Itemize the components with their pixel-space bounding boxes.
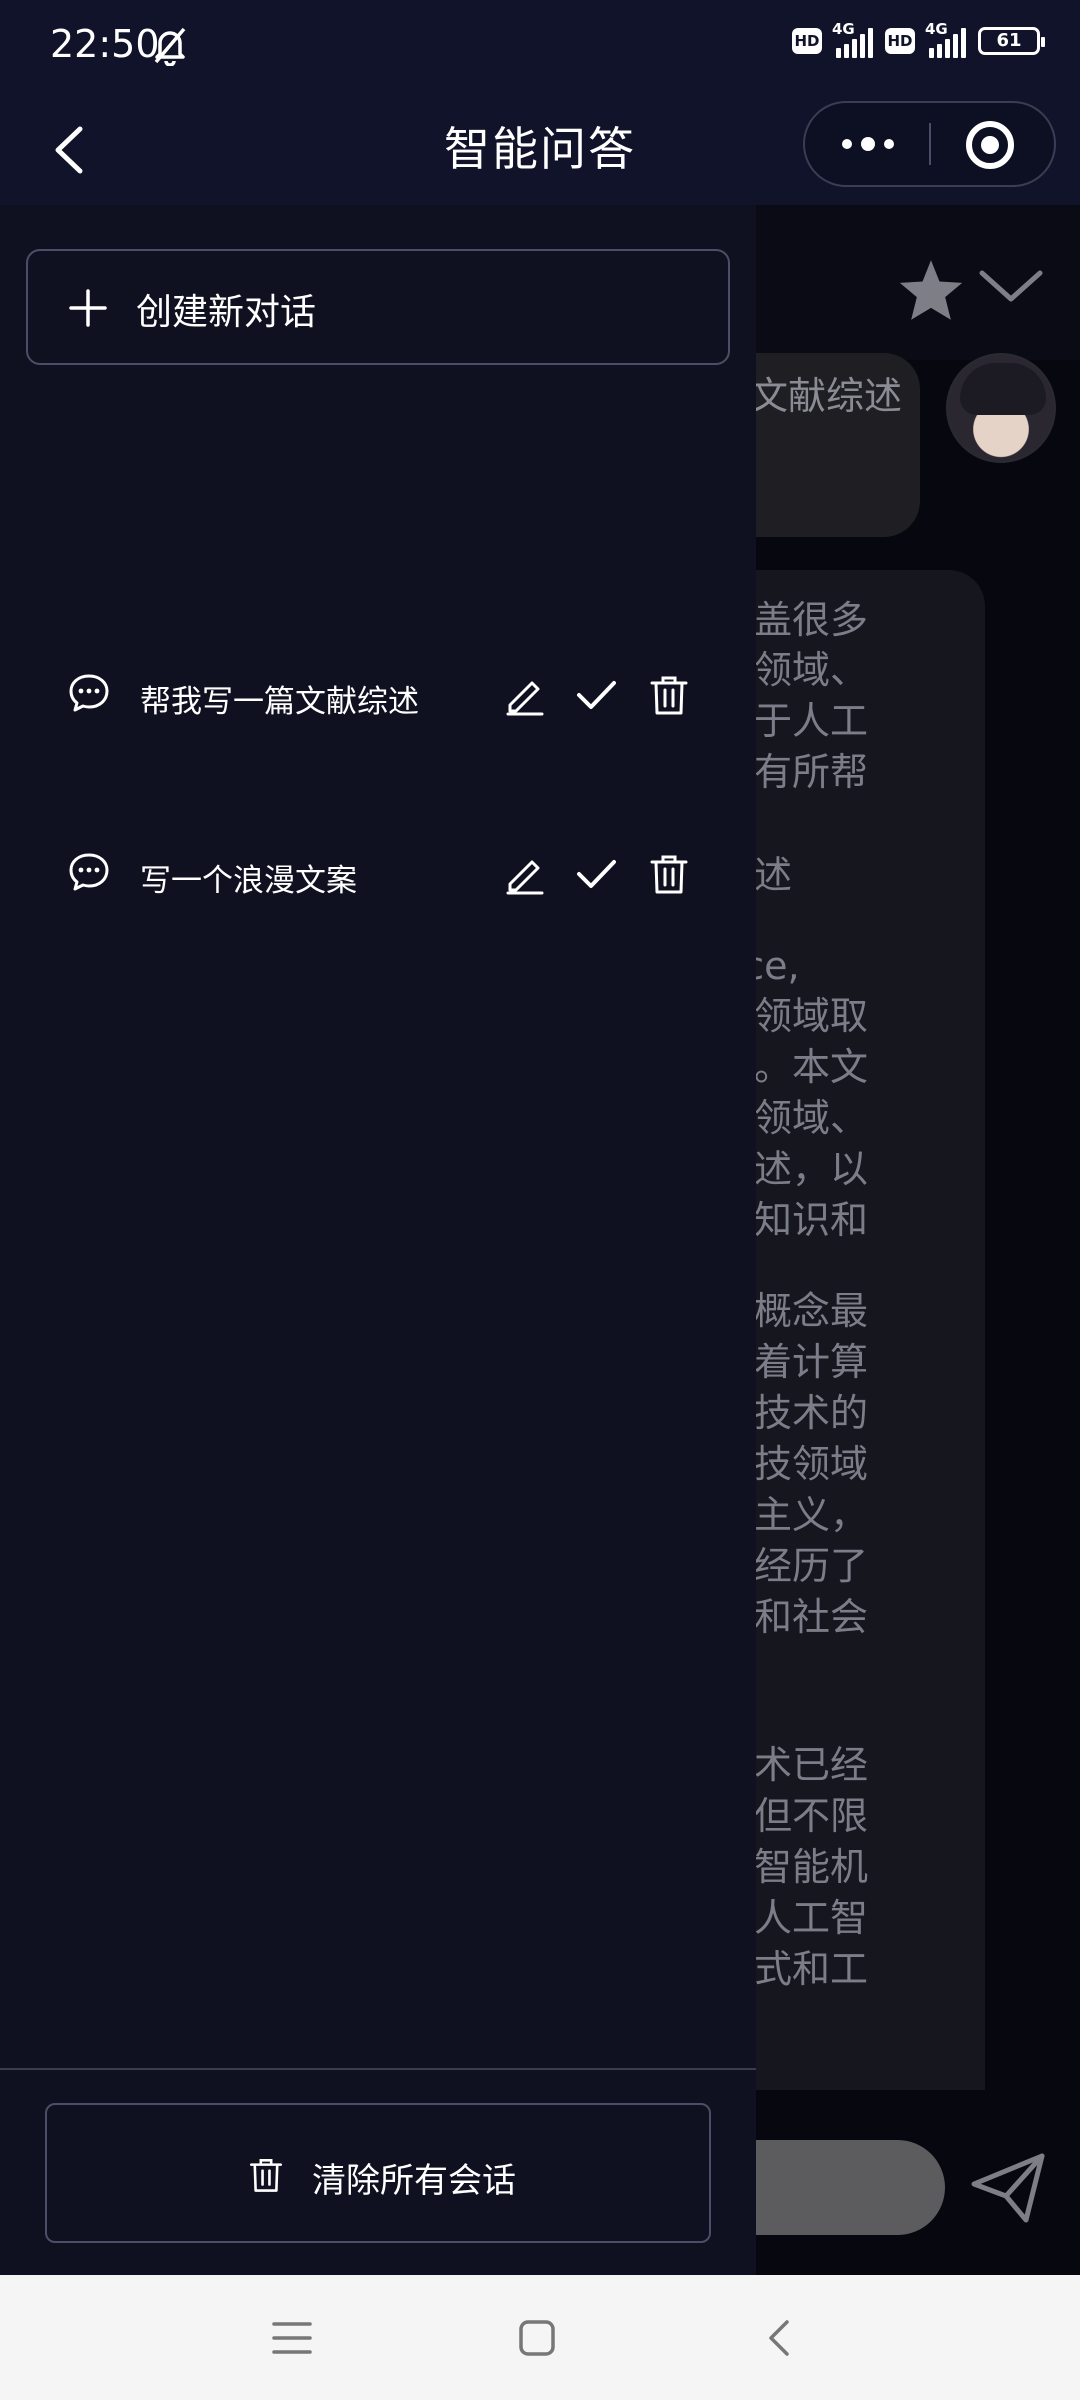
clear-all-conversations-button[interactable]: 清除所有会话: [45, 2103, 711, 2243]
system-nav-bar: [0, 2275, 1080, 2400]
back-arrow-icon: [769, 2320, 789, 2356]
close-mini-program-button[interactable]: [966, 121, 1014, 169]
trash-icon: [250, 2159, 282, 2192]
edit-icon[interactable]: [502, 673, 546, 717]
chat-bubble-icon: [69, 674, 109, 712]
chat-bubble-icon: [69, 853, 109, 891]
clear-all-label: 清除所有会话: [312, 2161, 516, 2201]
hd-badge: HD: [885, 28, 915, 54]
plus-icon: [69, 289, 107, 327]
menu-button[interactable]: [257, 2303, 327, 2373]
conversation-title: 帮我写一篇文献综述: [140, 684, 419, 720]
avatar: [946, 353, 1056, 463]
more-options-button[interactable]: [805, 103, 930, 185]
trash-icon[interactable]: [647, 673, 691, 717]
home-square-icon: [519, 2320, 555, 2356]
edit-icon[interactable]: [502, 852, 546, 896]
check-icon[interactable]: [574, 673, 618, 717]
hd-badge: HD: [792, 28, 822, 54]
capsule-divider: [929, 123, 931, 165]
header: 智能问答: [0, 95, 1080, 205]
send-icon[interactable]: [968, 2150, 1048, 2226]
status-icons: HD 4G HD 4G 61: [792, 20, 1045, 58]
nav-back-button[interactable]: [745, 2303, 815, 2373]
status-time: 22:50: [50, 22, 160, 66]
conversation-title: 写一个浪漫文案: [140, 863, 357, 899]
new-chat-label: 创建新对话: [136, 292, 317, 333]
star-icon[interactable]: [897, 257, 965, 323]
conversation-drawer: 创建新对话 帮我写一篇文献综述 写一个浪漫文案 清除所有会话: [0, 205, 756, 2275]
mini-program-capsule: [803, 101, 1056, 187]
signal-icon: 4G: [832, 20, 875, 58]
conversation-item[interactable]: 帮我写一篇文献综述: [0, 635, 756, 755]
user-message-text: 文献综述: [750, 374, 903, 418]
check-icon[interactable]: [574, 852, 618, 896]
status-bar: 22:50 HD 4G HD 4G 61: [0, 0, 1080, 95]
menu-icon: [272, 2322, 312, 2354]
drawer-divider: [0, 2068, 756, 2070]
trash-icon[interactable]: [647, 852, 691, 896]
conversation-item[interactable]: 写一个浪漫文案: [0, 814, 756, 934]
bell-off-icon: [154, 27, 186, 66]
home-button[interactable]: [502, 2303, 572, 2373]
new-chat-button[interactable]: 创建新对话: [26, 249, 730, 365]
battery-icon: 61: [978, 27, 1045, 55]
signal-icon: 4G: [925, 20, 968, 58]
chevron-down-icon[interactable]: [978, 265, 1044, 309]
